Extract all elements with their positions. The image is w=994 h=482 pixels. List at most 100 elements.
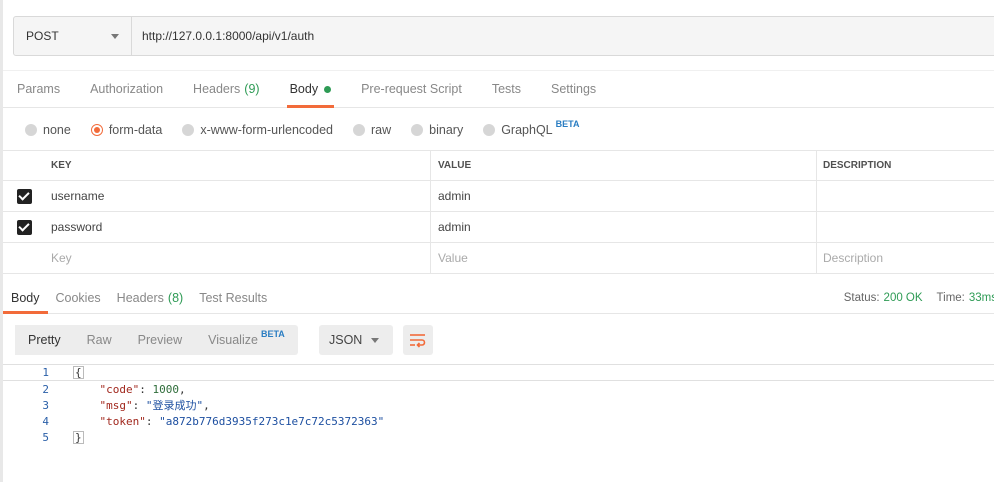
code-text: "token": "a872b776d3935f273c1e7c72c53723… [99, 414, 385, 428]
key-cell[interactable]: password [45, 212, 431, 242]
value-cell[interactable]: admin [431, 212, 817, 242]
checkbox-checked-icon[interactable] [16, 219, 32, 235]
response-tab-label: Body [11, 290, 40, 305]
time-value[interactable]: 33ms [969, 292, 994, 304]
tab-tests-label: Tests [491, 82, 521, 96]
radio-circle-icon [483, 124, 496, 136]
body-active-dot-icon [324, 85, 332, 93]
table-header-row: KEY VALUE DESCRIPTION [3, 150, 994, 181]
radio-label: x-www-form-urlencoded [200, 123, 333, 137]
radio-graphql[interactable]: GraphQL BETA [483, 119, 579, 137]
view-raw[interactable]: Raw [74, 325, 125, 355]
beta-badge: BETA [260, 329, 285, 339]
code-line: 4 "token": "a872b776d3935f273c1e7c72c537… [3, 413, 994, 429]
key-cell[interactable]: username [45, 181, 431, 211]
code-line: 3 "msg": "登录成功", [3, 397, 994, 413]
key-text: username [51, 189, 105, 203]
code-line: 2 "code": 1000, [3, 381, 994, 397]
response-tab-test-results[interactable]: Test Results [191, 282, 275, 313]
code-line: 5 } [3, 429, 994, 445]
response-tab-label: Headers [116, 290, 164, 305]
view-raw-label: Raw [86, 333, 112, 347]
radio-label: raw [371, 123, 392, 137]
line-number: 5 [42, 430, 49, 444]
response-tab-body[interactable]: Body [3, 282, 48, 314]
tab-pre-request-label: Pre-request Script [361, 82, 462, 96]
wrap-lines-button[interactable] [403, 325, 433, 355]
description-cell[interactable] [817, 212, 994, 242]
response-tab-label: Test Results [199, 290, 268, 305]
response-tabs: Body Cookies Headers (8) Test Results Sta… [3, 282, 994, 314]
value-placeholder: Value [438, 251, 468, 265]
url-input[interactable]: http://127.0.0.1:8000/api/v1/auth [132, 17, 994, 55]
body-type-radios: none form-data x-www-form-urlencoded raw… [25, 118, 599, 142]
response-tab-headers[interactable]: Headers (8) [109, 282, 192, 313]
json-value: 1000 [152, 382, 180, 396]
radio-selected-icon [90, 124, 103, 136]
radio-form-data[interactable]: form-data [90, 123, 163, 137]
value-text: admin [438, 189, 471, 203]
tab-settings[interactable]: Settings [536, 71, 611, 107]
tab-headers-label: Headers [193, 82, 241, 96]
checkbox-checked-icon[interactable] [16, 188, 32, 204]
view-pretty-label: Pretty [28, 333, 61, 347]
key-placeholder: Key [51, 251, 72, 265]
key-input[interactable]: Key [45, 243, 431, 273]
table-row-empty: Key Value Description [3, 243, 994, 274]
response-headers-count: (8) [167, 290, 184, 305]
tab-tests[interactable]: Tests [477, 71, 536, 107]
radio-circle-icon [25, 124, 37, 136]
wrap-lines-icon [410, 334, 426, 348]
radio-binary[interactable]: binary [411, 123, 463, 137]
tab-authorization[interactable]: Authorization [75, 71, 178, 107]
request-tabs: Params Authorization Headers (9) Body Pre… [3, 70, 994, 108]
row-checkbox-cell [3, 181, 45, 211]
view-preview[interactable]: Preview [125, 325, 195, 355]
time-label: Time: [936, 291, 965, 304]
view-pretty[interactable]: Pretty [15, 325, 74, 355]
json-key: "token" [99, 414, 146, 428]
value-text: admin [438, 220, 471, 234]
view-visualize[interactable]: Visualize BETA [195, 325, 298, 355]
description-input[interactable]: Description [817, 243, 994, 273]
code-text: "code": 1000, [99, 382, 186, 396]
table-row: username admin [3, 181, 994, 212]
radio-none[interactable]: none [25, 123, 71, 137]
radio-x-www-form-urlencoded[interactable]: x-www-form-urlencoded [182, 123, 333, 137]
brace-open: { [73, 366, 84, 379]
tab-params[interactable]: Params [17, 71, 75, 107]
radio-raw[interactable]: raw [353, 123, 391, 137]
brace-close: } [73, 430, 84, 444]
format-dropdown[interactable]: JSON [319, 325, 393, 355]
tab-authorization-label: Authorization [90, 82, 164, 96]
value-cell[interactable]: admin [431, 181, 817, 211]
tab-headers[interactable]: Headers (9) [178, 71, 275, 107]
json-value: "a872b776d3935f273c1e7c72c5372363" [159, 414, 385, 428]
format-label: JSON [329, 333, 363, 347]
postman-window: POST http://127.0.0.1:8000/api/v1/auth P… [0, 0, 994, 482]
status-label: Status: [843, 291, 880, 304]
radio-label: none [43, 123, 71, 137]
radio-circle-icon [353, 124, 365, 136]
description-cell[interactable] [817, 181, 994, 211]
json-key: "msg" [99, 399, 133, 412]
tab-params-label: Params [17, 82, 61, 96]
view-visualize-label: Visualize [208, 333, 258, 347]
table-row: password admin [3, 212, 994, 243]
status-value[interactable]: 200 OK [884, 292, 923, 304]
tab-body[interactable]: Body [275, 71, 347, 108]
tab-pre-request-script[interactable]: Pre-request Script [346, 71, 477, 107]
response-code-view[interactable]: 1 { 2 "code": 1000, 3 "msg": "登录成功", 4 "… [3, 364, 994, 445]
form-data-table: KEY VALUE DESCRIPTION username admin pas… [3, 150, 994, 274]
method-dropdown[interactable]: POST [14, 17, 132, 55]
request-url-bar: POST http://127.0.0.1:8000/api/v1/auth [13, 16, 994, 56]
response-tab-cookies[interactable]: Cookies [48, 282, 109, 313]
value-input[interactable]: Value [431, 243, 817, 273]
json-value: "登录成功" [145, 399, 204, 412]
code-text: { [49, 366, 84, 379]
radio-label: form-data [108, 123, 163, 137]
line-number: 1 [42, 366, 49, 379]
row-checkbox-cell [3, 212, 45, 242]
header-description: DESCRIPTION [823, 160, 892, 171]
code-text: "msg": "登录成功", [99, 399, 210, 412]
